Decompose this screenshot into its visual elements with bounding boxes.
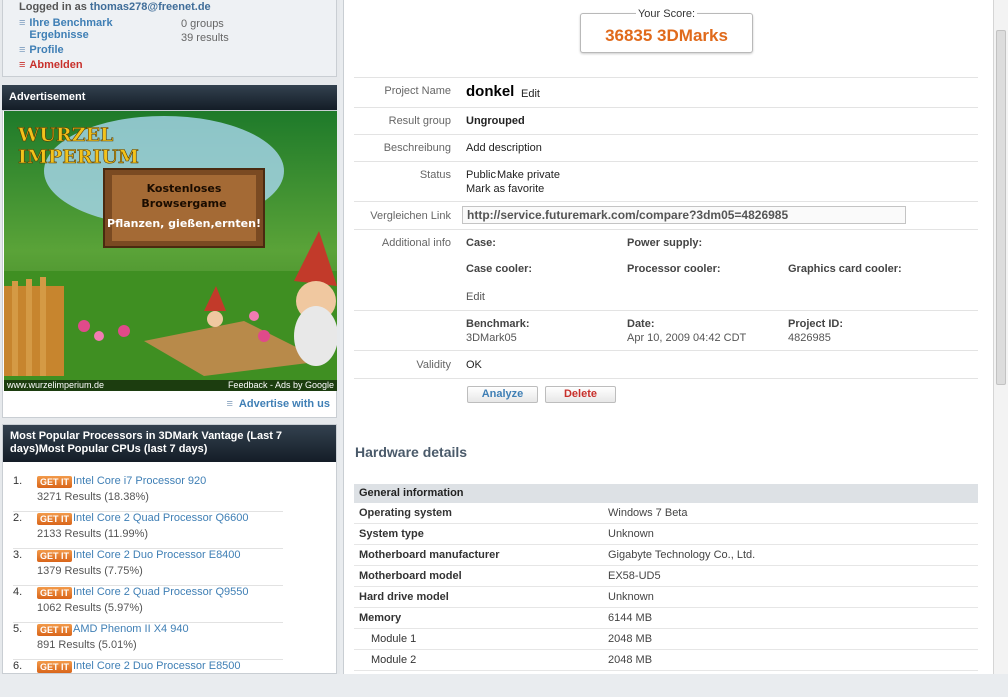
profile-link[interactable]: ≡ Profile bbox=[19, 44, 64, 56]
description-row: Beschreibung Add description bbox=[354, 134, 978, 161]
status-row: Status Public Make private Mark as favor… bbox=[354, 161, 978, 201]
processor-link[interactable]: Intel Core 2 Quad Processor Q9550 bbox=[73, 586, 248, 598]
svg-text:IMPERIUM: IMPERIUM bbox=[18, 146, 139, 168]
case-cooler-label: Case cooler: bbox=[466, 263, 533, 275]
table-row: Hard drive model Unknown bbox=[354, 587, 978, 608]
advertisement-header: Advertisement bbox=[2, 85, 337, 110]
case-label: Case: bbox=[466, 237, 496, 249]
score-box: Your Score: 36835 3DMarks bbox=[580, 8, 753, 53]
ad-banner-image[interactable]: Kostenloses Browsergame Pflanzen, gießen… bbox=[4, 111, 337, 391]
ad-feedback-link[interactable]: Feedback - Ads by Google bbox=[228, 380, 334, 391]
user-email[interactable]: thomas278@freenet.de bbox=[90, 1, 211, 13]
table-row: Module 1 2048 MB bbox=[354, 629, 978, 650]
ad-footer: www.wurzelimperium.de Feedback - Ads by … bbox=[4, 380, 337, 391]
get-it-badge[interactable]: GET IT bbox=[37, 624, 72, 636]
get-it-badge[interactable]: GET IT bbox=[37, 661, 72, 673]
popular-processors-panel: Most Popular Processors in 3DMark Vantag… bbox=[2, 424, 337, 674]
logout-link[interactable]: ≡ Abmelden bbox=[19, 59, 83, 71]
svg-text:WURZEL: WURZEL bbox=[17, 124, 113, 146]
table-row: Motherboard model EX58-UD5 bbox=[354, 566, 978, 587]
mark-favorite-link[interactable]: Mark as favorite bbox=[466, 183, 544, 195]
ad-url[interactable]: www.wurzelimperium.de bbox=[7, 380, 104, 390]
project-name-row: Project Name donkel Edit bbox=[354, 77, 978, 107]
table-row: System type Unknown bbox=[354, 524, 978, 545]
result-details: Your Score: 36835 3DMarks Project Name d… bbox=[343, 0, 993, 674]
result-group: Ungrouped bbox=[466, 115, 525, 127]
processor-link[interactable]: Intel Core i7 Processor 920 bbox=[73, 475, 206, 487]
delete-button[interactable]: Delete bbox=[545, 386, 616, 403]
graphics-cooler-label: Graphics card cooler: bbox=[788, 263, 902, 275]
power-supply-label: Power supply: bbox=[627, 237, 703, 249]
list-bullet-icon: ≡ bbox=[226, 398, 233, 410]
results-count: 39 results bbox=[181, 32, 229, 44]
ad-sign-line2: Browsergame bbox=[141, 197, 226, 210]
list-item: 4. GET IT Intel Core 2 Quad Processor Q9… bbox=[13, 586, 283, 623]
list-bullet-icon: ≡ bbox=[19, 59, 26, 71]
benchmark-results-link[interactable]: ≡ Ihre Benchmark Ergebnisse bbox=[19, 17, 129, 41]
general-information-header: General information bbox=[354, 484, 978, 503]
table-row: Operating system Windows 7 Beta bbox=[354, 503, 978, 524]
score-label: Your Score: bbox=[635, 8, 698, 20]
logged-in-text: Logged in as thomas278@freenet.de bbox=[19, 1, 211, 13]
ad-sign-line3: Pflanzen, gießen,ernten! bbox=[107, 217, 261, 230]
edit-name-link[interactable]: Edit bbox=[521, 88, 540, 100]
add-description-link[interactable]: Add description bbox=[466, 142, 542, 154]
processor-link[interactable]: Intel Core 2 Duo Processor E8500 bbox=[73, 660, 241, 672]
table-row: Memory 6144 MB bbox=[354, 608, 978, 629]
hardware-table: General information Operating system Wind… bbox=[354, 484, 978, 671]
processor-cooler-label: Processor cooler: bbox=[627, 263, 721, 275]
processor-link[interactable]: Intel Core 2 Duo Processor E8400 bbox=[73, 549, 241, 561]
score-value: 36835 3DMarks bbox=[605, 26, 728, 45]
vertical-scrollbar[interactable] bbox=[993, 0, 1008, 674]
login-box: Logged in as thomas278@freenet.de ≡ Ihre … bbox=[2, 0, 337, 77]
scrollbar-thumb[interactable] bbox=[996, 30, 1006, 385]
list-item: 5. GET IT AMD Phenom II X4 940 891 Resul… bbox=[13, 623, 283, 660]
additional-info-row: Additional info Case: Power supply: Case… bbox=[354, 229, 978, 310]
analyze-button[interactable]: Analyze bbox=[467, 386, 538, 403]
groups-count: 0 groups bbox=[181, 18, 224, 30]
processor-link[interactable]: AMD Phenom II X4 940 bbox=[73, 623, 189, 635]
get-it-badge[interactable]: GET IT bbox=[37, 513, 72, 525]
benchmark-info-row: Benchmark: 3DMark05 Date: Apr 10, 2009 0… bbox=[354, 310, 978, 350]
result-group-row: Result group Ungrouped bbox=[354, 107, 978, 134]
list-bullet-icon: ≡ bbox=[19, 17, 26, 29]
edit-additional-info-link[interactable]: Edit bbox=[466, 291, 485, 303]
table-row: Module 2 2048 MB bbox=[354, 650, 978, 671]
project-id-value: 4826985 bbox=[788, 332, 831, 344]
get-it-badge[interactable]: GET IT bbox=[37, 476, 72, 488]
ad-sign-line1: Kostenloses bbox=[147, 182, 222, 195]
advertise-with-us-link[interactable]: ≡ Advertise with us bbox=[227, 398, 331, 410]
get-it-badge[interactable]: GET IT bbox=[37, 587, 72, 599]
list-item: 3. GET IT Intel Core 2 Duo Processor E84… bbox=[13, 549, 283, 586]
status-value: Public bbox=[466, 169, 496, 181]
benchmark-value: 3DMark05 bbox=[466, 332, 517, 344]
list-bullet-icon: ≡ bbox=[19, 44, 26, 56]
divider bbox=[354, 378, 978, 379]
validity-row: Validity OK bbox=[354, 350, 978, 378]
processor-link[interactable]: Intel Core 2 Quad Processor Q6600 bbox=[73, 512, 248, 524]
validity-value: OK bbox=[466, 359, 482, 371]
list-item: 1. GET IT Intel Core i7 Processor 920 32… bbox=[13, 475, 283, 512]
compare-url-field[interactable]: http://service.futuremark.com/compare?3d… bbox=[462, 206, 906, 224]
make-private-link[interactable]: Make private bbox=[497, 169, 560, 181]
list-item: 6. GET IT Intel Core 2 Duo Processor E85… bbox=[13, 660, 241, 673]
popular-processors-header: Most Popular Processors in 3DMark Vantag… bbox=[3, 425, 336, 462]
table-row: Motherboard manufacturer Gigabyte Technol… bbox=[354, 545, 978, 566]
get-it-badge[interactable]: GET IT bbox=[37, 550, 72, 562]
list-item: 2. GET IT Intel Core 2 Quad Processor Q6… bbox=[13, 512, 283, 549]
hardware-details-title: Hardware details bbox=[355, 444, 468, 460]
project-name: donkel bbox=[466, 83, 515, 100]
date-value: Apr 10, 2009 04:42 CDT bbox=[627, 332, 747, 344]
advertisement-panel: Kostenloses Browsergame Pflanzen, gießen… bbox=[2, 110, 337, 418]
left-sidebar: Logged in as thomas278@freenet.de ≡ Ihre … bbox=[0, 0, 340, 674]
